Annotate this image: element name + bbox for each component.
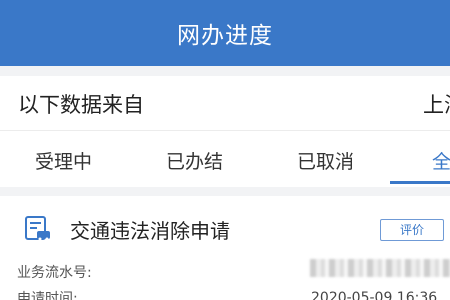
- vehicle-document-icon: [22, 213, 52, 243]
- data-source-row: 以下数据来自 上海: [0, 76, 450, 130]
- tab-in-progress[interactable]: 受理中: [35, 147, 92, 174]
- tab-all[interactable]: 全部: [432, 147, 450, 174]
- tab-cancelled[interactable]: 已取消: [297, 147, 354, 174]
- application-time-label: 申请时间:: [17, 291, 78, 300]
- serial-number-value: [310, 259, 450, 277]
- app-screen: 网办进度 以下数据来自 上海 受理中 已办结 已取消 全部 交通违法消除申请 评…: [0, 0, 450, 300]
- tab-completed[interactable]: 已办结: [166, 147, 223, 174]
- data-source-value[interactable]: 上海: [423, 89, 450, 119]
- app-header: 网办进度: [0, 0, 450, 66]
- serial-number-label: 业务流水号:: [17, 265, 92, 281]
- rate-button[interactable]: 评价: [380, 219, 444, 241]
- application-title: 交通违法消除申请: [70, 219, 230, 243]
- application-time-value: 2020-05-09 16:36: [311, 290, 438, 300]
- data-source-label: 以下数据来自: [18, 93, 144, 117]
- status-tabs: 受理中 已办结 已取消 全部: [0, 130, 450, 187]
- application-card[interactable]: 交通违法消除申请 评价 业务流水号: 申请时间:: [0, 196, 450, 300]
- vehicle-document-icon-svg: [25, 216, 50, 241]
- active-tab-indicator: [390, 181, 450, 184]
- page-title: 网办进度: [177, 23, 273, 49]
